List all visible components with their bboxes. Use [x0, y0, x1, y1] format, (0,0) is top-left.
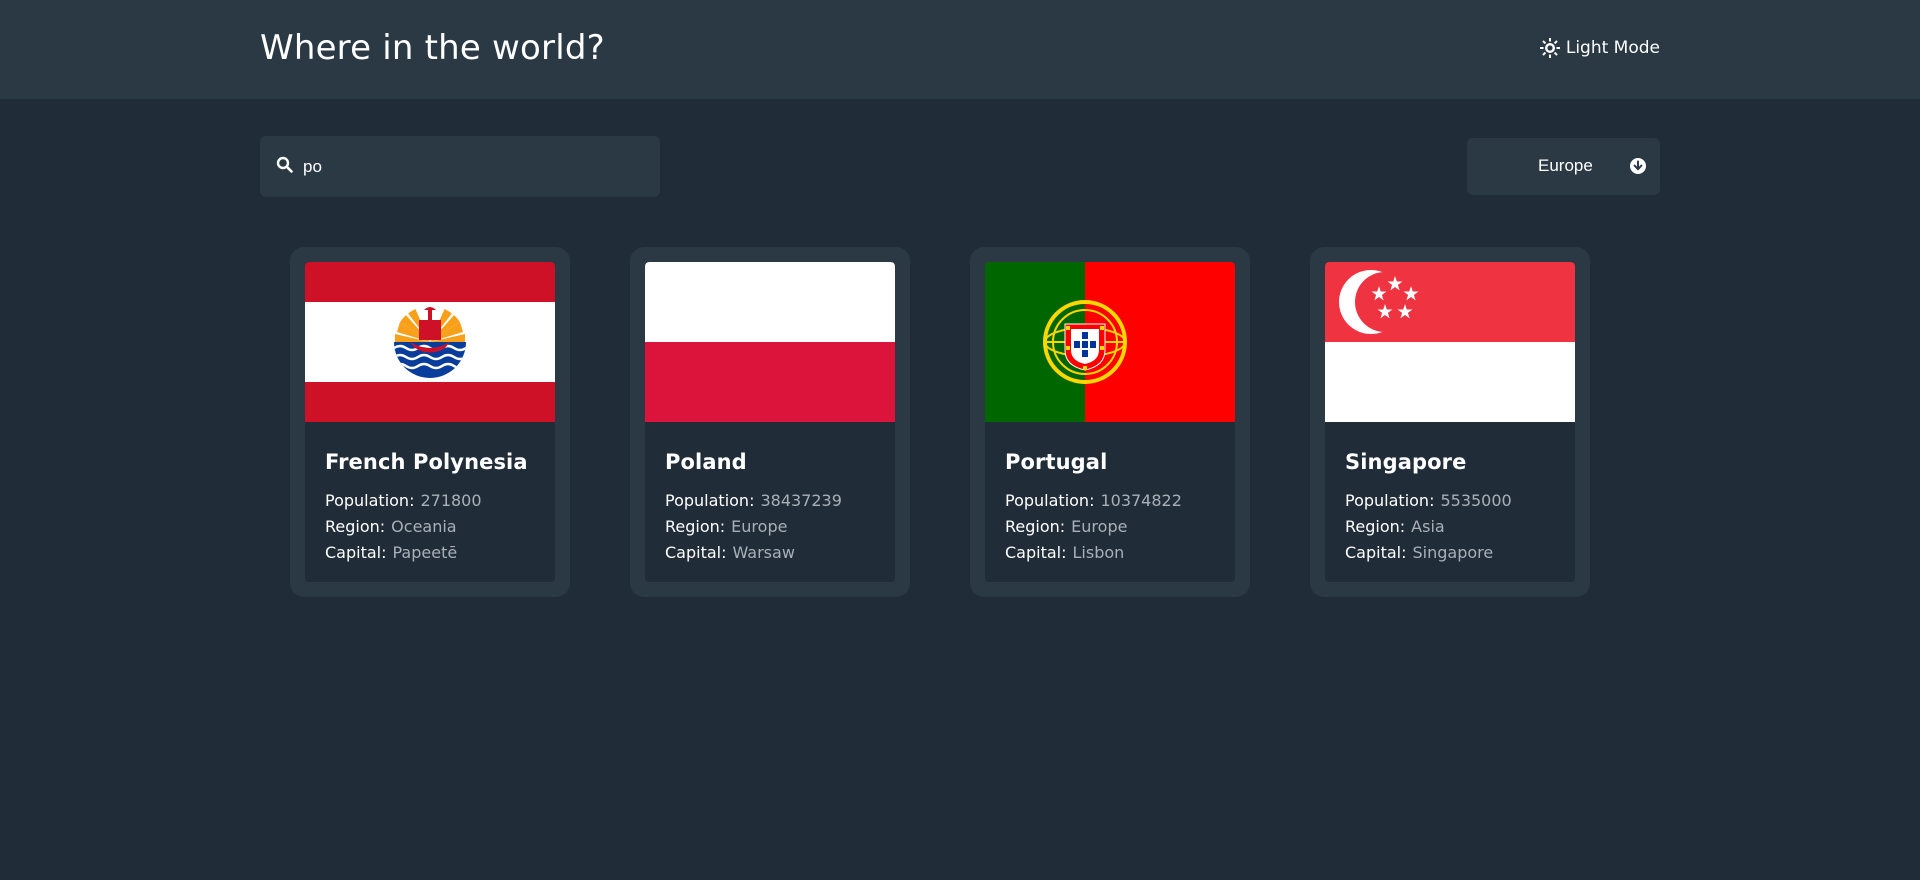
site-header: Where in the world? Light Mode	[0, 0, 1920, 99]
search-input[interactable]	[303, 156, 643, 177]
population-row: Population: 38437239	[665, 488, 875, 514]
country-name[interactable]: Singapore	[1345, 450, 1555, 474]
capital-label: Capital:	[325, 543, 387, 562]
country-card[interactable]: Portugal Population: 10374822 Region: Euro…	[970, 247, 1250, 597]
region-filter-selected: Europe	[1538, 156, 1593, 175]
portugal-flag	[985, 262, 1235, 422]
theme-toggle-label: Light Mode	[1565, 38, 1660, 58]
region-row: Region: Europe	[1005, 514, 1215, 540]
population-value: 5535000	[1440, 491, 1512, 510]
capital-label: Capital:	[665, 543, 727, 562]
region-row: Region: Asia	[1345, 514, 1555, 540]
population-value: 271800	[420, 491, 482, 510]
region-value: Europe	[731, 517, 788, 536]
region-value: Europe	[1071, 517, 1128, 536]
population-row: Population: 10374822	[1005, 488, 1215, 514]
region-label: Region:	[1345, 517, 1406, 536]
sun-icon	[1539, 38, 1560, 58]
population-label: Population:	[1005, 491, 1095, 510]
population-row: Population: 271800	[325, 488, 535, 514]
theme-toggle-button[interactable]: Light Mode	[1539, 38, 1660, 58]
country-card[interactable]: Singapore Population: 5535000 Region: Asia…	[1310, 247, 1590, 597]
population-label: Population:	[1345, 491, 1435, 510]
search-box[interactable]	[260, 136, 660, 197]
capital-value: Singapore	[1412, 543, 1494, 562]
population-label: Population:	[325, 491, 415, 510]
capital-label: Capital:	[1005, 543, 1067, 562]
region-value: Oceania	[391, 517, 457, 536]
capital-value: Lisbon	[1072, 543, 1125, 562]
country-card[interactable]: French Polynesia Population: 271800 Regio…	[290, 247, 570, 597]
region-filter-dropdown[interactable]: Europe	[1467, 138, 1660, 195]
country-name[interactable]: French Polynesia	[325, 450, 535, 474]
capital-row: Capital: Singapore	[1345, 540, 1555, 566]
arrow-down-circle-icon	[1630, 158, 1646, 179]
region-label: Region:	[665, 517, 726, 536]
capital-value: Papeetē	[392, 543, 458, 562]
capital-row: Capital: Papeetē	[325, 540, 535, 566]
capital-label: Capital:	[1345, 543, 1407, 562]
population-label: Population:	[665, 491, 755, 510]
region-value: Asia	[1411, 517, 1445, 536]
region-row: Region: Europe	[665, 514, 875, 540]
region-label: Region:	[1005, 517, 1066, 536]
population-value: 10374822	[1100, 491, 1182, 510]
capital-row: Capital: Warsaw	[665, 540, 875, 566]
singapore-flag	[1325, 262, 1575, 422]
country-name[interactable]: Poland	[665, 450, 875, 474]
country-card[interactable]: Poland Population: 38437239 Region: Europe…	[630, 247, 910, 597]
search-icon	[276, 156, 293, 177]
region-row: Region: Oceania	[325, 514, 535, 540]
population-value: 38437239	[760, 491, 842, 510]
country-name[interactable]: Portugal	[1005, 450, 1215, 474]
poland-flag	[645, 262, 895, 422]
capital-row: Capital: Lisbon	[1005, 540, 1215, 566]
population-row: Population: 5535000	[1345, 488, 1555, 514]
french-polynesia-flag	[305, 262, 555, 422]
capital-value: Warsaw	[732, 543, 795, 562]
region-label: Region:	[325, 517, 386, 536]
page-title: Where in the world?	[260, 28, 605, 68]
